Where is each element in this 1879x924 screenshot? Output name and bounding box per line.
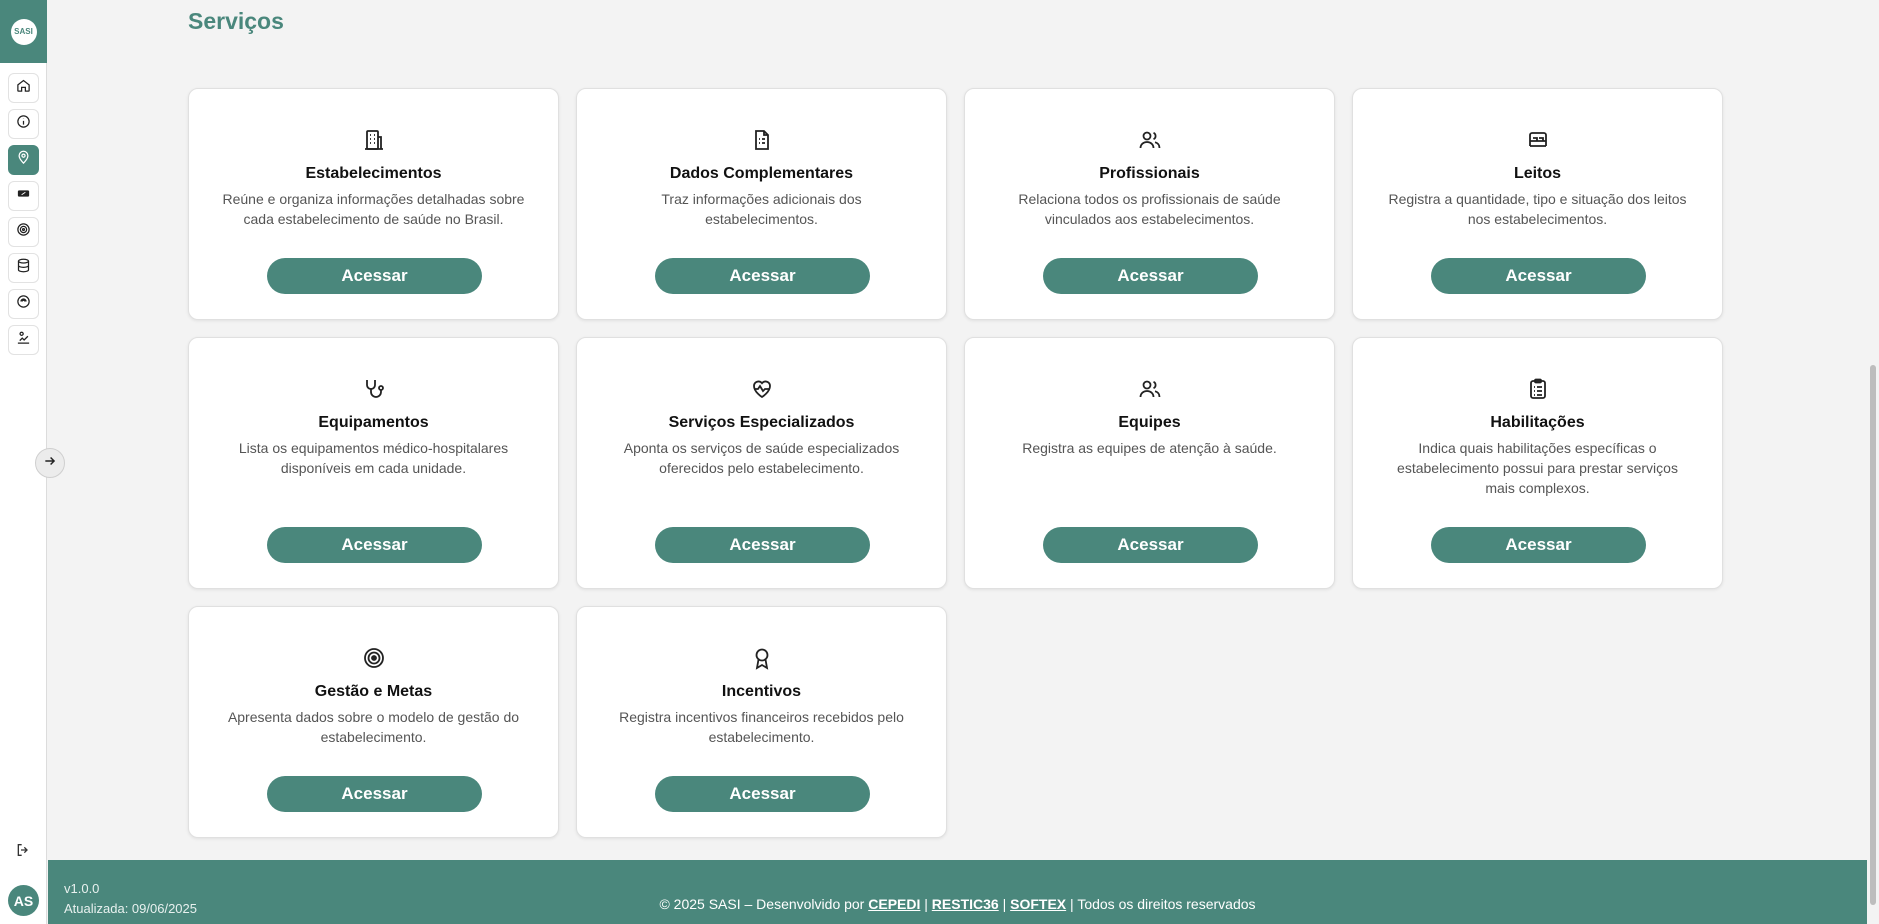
sidebar-item-target[interactable]: [8, 217, 39, 247]
card-title: Dados Complementares: [669, 165, 854, 182]
arrow-right-icon: [43, 454, 57, 473]
avatar[interactable]: AS: [8, 885, 39, 916]
app-logo[interactable]: SASI: [0, 0, 47, 63]
card-description: Lista os equipamentos médico-hospitalare…: [238, 440, 509, 476]
card-description: Apresenta dados sobre o modelo de gestão…: [227, 709, 520, 745]
card-title: Equipes: [1118, 414, 1181, 431]
card-title: Equipamentos: [318, 414, 429, 431]
copyright-suffix: | Todos os direitos reservados: [1070, 896, 1256, 912]
access-button[interactable]: Acessar: [267, 258, 482, 294]
access-button[interactable]: Acessar: [1043, 527, 1258, 563]
database-icon: [16, 258, 31, 278]
access-button[interactable]: Acessar: [1431, 527, 1646, 563]
award-icon: [749, 645, 775, 671]
card-description: Indica quais habilitações específicas o …: [1397, 440, 1678, 496]
shield-icon: [16, 294, 31, 314]
softex-link[interactable]: SOFTEX: [1010, 896, 1066, 912]
target-icon: [361, 645, 387, 671]
access-button[interactable]: Acessar: [655, 776, 870, 812]
access-button[interactable]: Acessar: [1043, 258, 1258, 294]
card-gestao-metas: Gestão e Metas Apresenta dados sobre o m…: [188, 606, 559, 838]
card-estabelecimentos: Estabelecimentos Reúne e organiza inform…: [188, 88, 559, 320]
page-title: Serviços: [188, 8, 284, 34]
separator: |: [1002, 896, 1007, 912]
card-description: Traz informações adicionais dos estabele…: [661, 191, 862, 227]
scrollbar-thumb[interactable]: [1870, 365, 1876, 905]
card-title: Gestão e Metas: [314, 683, 433, 700]
card-title: Profissionais: [1099, 165, 1200, 182]
expand-sidebar-button[interactable]: [35, 448, 65, 478]
card-equipes: Equipes Registra as equipes de atenção à…: [964, 337, 1335, 589]
card-description: Reúne e organiza informações detalhadas …: [222, 191, 525, 227]
ticket-icon: [16, 186, 31, 206]
sidebar-item-database[interactable]: [8, 253, 39, 283]
card-title: Estabelecimentos: [305, 165, 442, 182]
sidebar-item-shield[interactable]: [8, 289, 39, 319]
card-title: Leitos: [1513, 165, 1562, 182]
sidebar-item-home[interactable]: [8, 73, 39, 103]
chart-user-icon: [16, 330, 31, 350]
restic-link[interactable]: RESTIC36: [932, 896, 999, 912]
logout-icon: [15, 842, 31, 863]
users-icon: [1137, 127, 1163, 153]
logo-badge: SASI: [10, 18, 37, 45]
heart-pulse-icon: [749, 376, 775, 402]
card-dados-complementares: Dados Complementares Traz informações ad…: [576, 88, 947, 320]
building-icon: [361, 127, 387, 153]
home-icon: [16, 78, 31, 98]
separator: |: [924, 896, 928, 912]
card-servicos-especializados: Serviços Especializados Aponta os serviç…: [576, 337, 947, 589]
card-habilitacoes: Habilitações Indica quais habilitações e…: [1352, 337, 1723, 589]
card-description: Registra incentivos financeiros recebido…: [619, 709, 904, 745]
stethoscope-icon: [361, 376, 387, 402]
card-profissionais: Profissionais Relaciona todos os profiss…: [964, 88, 1335, 320]
access-button[interactable]: Acessar: [267, 527, 482, 563]
access-button[interactable]: Acessar: [1431, 258, 1646, 294]
copyright: © 2025 SASI – Desenvolvido por CEPEDI | …: [48, 896, 1867, 912]
access-button[interactable]: Acessar: [655, 527, 870, 563]
card-title: Incentivos: [721, 683, 802, 700]
card-equipamentos: Equipamentos Lista os equipamentos médic…: [188, 337, 559, 589]
footer: v1.0.0 Atualizada: 09/06/2025 © 2025 SAS…: [48, 860, 1867, 924]
card-description: Registra as equipes de atenção à saúde.: [1022, 440, 1277, 456]
map-pin-icon: [16, 150, 31, 170]
file-list-icon: [749, 127, 775, 153]
card-title: Habilitações: [1490, 414, 1585, 431]
sidebar-item-info[interactable]: [8, 109, 39, 139]
card-incentivos: Incentivos Registra incentivos financeir…: [576, 606, 947, 838]
card-description: Relaciona todos os profissionais de saúd…: [1018, 191, 1281, 227]
users-icon: [1137, 376, 1163, 402]
access-button[interactable]: Acessar: [655, 258, 870, 294]
target-icon: [16, 222, 31, 242]
card-description: Registra a quantidade, tipo e situação d…: [1388, 191, 1687, 227]
info-icon: [16, 114, 31, 134]
copyright-prefix: © 2025 SASI – Desenvolvido por: [659, 896, 865, 912]
sidebar-item-reports[interactable]: [8, 325, 39, 355]
sidebar-item-ticket[interactable]: [8, 181, 39, 211]
card-leitos: Leitos Registra a quantidade, tipo e sit…: [1352, 88, 1723, 320]
services-grid: Estabelecimentos Reúne e organiza inform…: [188, 88, 1725, 855]
scrollbar[interactable]: [1867, 0, 1879, 924]
sidebar-item-services[interactable]: [8, 145, 39, 175]
card-description: Aponta os serviços de saúde especializad…: [623, 440, 900, 476]
card-title: Serviços Especializados: [668, 414, 855, 431]
logout-button[interactable]: [12, 841, 34, 863]
access-button[interactable]: Acessar: [267, 776, 482, 812]
cepedi-link[interactable]: CEPEDI: [868, 896, 920, 912]
clipboard-list-icon: [1525, 376, 1551, 402]
bed-icon: [1525, 127, 1551, 153]
